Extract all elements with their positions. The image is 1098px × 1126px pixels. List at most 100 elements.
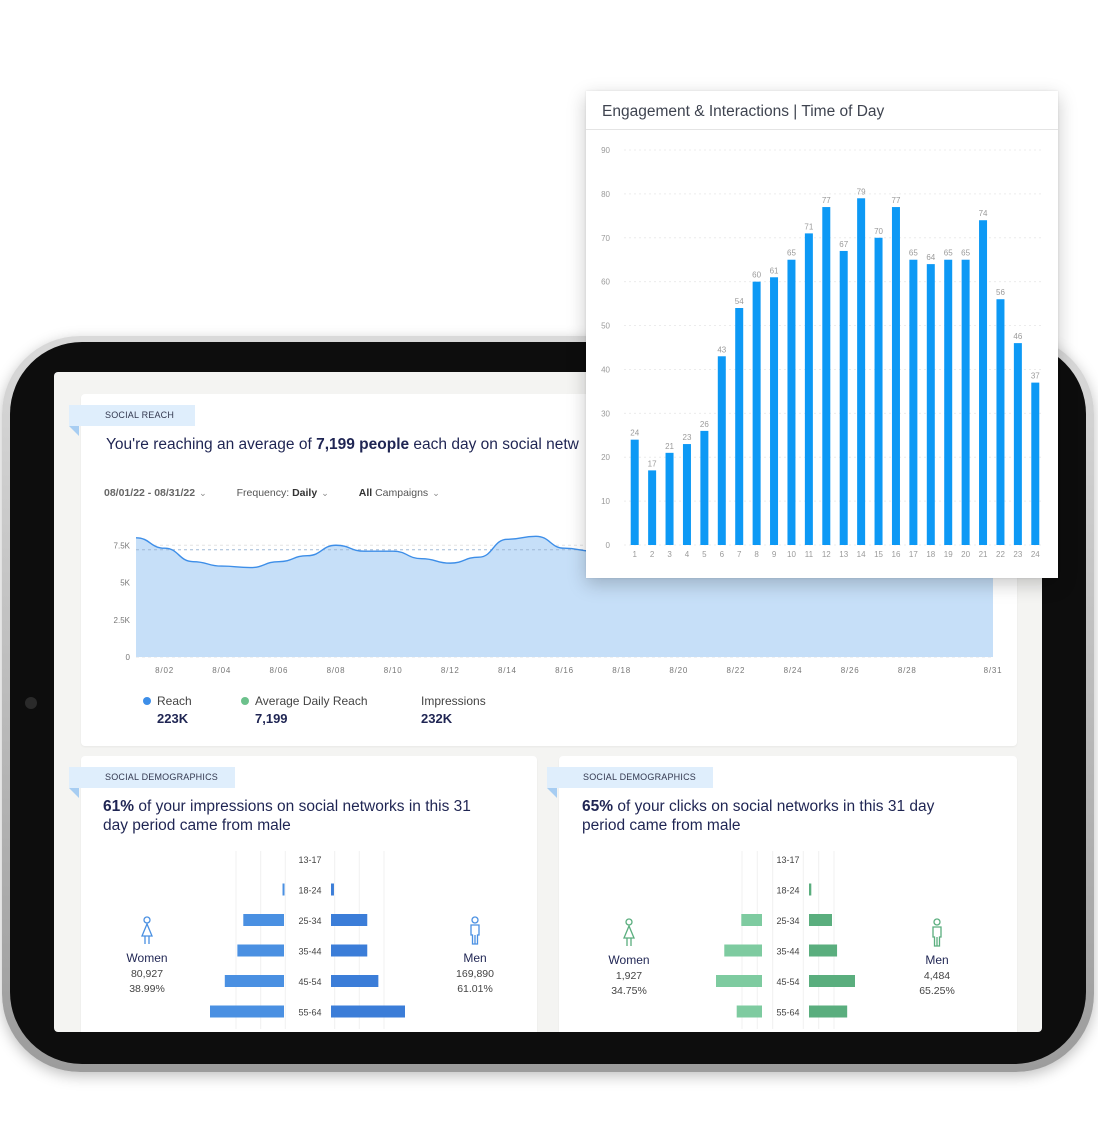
men-bar [809, 914, 832, 926]
men-bar [331, 883, 334, 896]
x-tick-label: 6 [720, 550, 725, 559]
legend-label: Average Daily Reach [255, 694, 368, 708]
data-label: 23 [683, 433, 692, 442]
women-bar [716, 975, 762, 987]
legend-impressions: Impressions 232K [421, 694, 486, 726]
engagement-time-of-day-card: Engagement & Interactions | Time of Day … [586, 91, 1058, 578]
women-bar [224, 975, 284, 987]
bar [979, 220, 988, 545]
men-bar [331, 1005, 405, 1018]
x-tick-label: 8/20 [669, 666, 688, 675]
x-tick-label: 2 [650, 550, 655, 559]
age-group-label: 18-24 [298, 886, 321, 896]
women-bar [210, 1005, 284, 1018]
legend-average-daily-reach: Average Daily Reach 7,199 [241, 694, 421, 726]
women-count: 1,927 [615, 970, 643, 982]
campaigns-label: Campaigns [372, 487, 429, 499]
data-label: 37 [1031, 372, 1040, 381]
age-group-label: 35-44 [298, 947, 321, 957]
man-icon [470, 916, 480, 945]
bar [700, 430, 709, 545]
tag-label: SOCIAL DEMOGRAPHICS [583, 772, 696, 782]
men-bar [809, 975, 855, 987]
men-label: Men [463, 951, 487, 965]
x-tick-label: 8/06 [269, 666, 288, 675]
x-tick-label: 11 [805, 550, 814, 559]
age-group-label: 13-17 [298, 855, 321, 865]
bar [822, 207, 831, 546]
bar [909, 259, 918, 545]
age-group-label: 35-44 [776, 947, 799, 957]
x-tick-label: 1 [632, 550, 637, 559]
data-label: 71 [804, 222, 813, 231]
headline-bold: 65% [582, 798, 614, 815]
y-tick-label: 40 [601, 365, 610, 374]
bar [874, 237, 883, 545]
data-label: 77 [822, 196, 831, 205]
x-tick-label: 8/31 [984, 666, 1003, 675]
data-label: 60 [752, 271, 761, 280]
x-tick-label: 8/28 [898, 666, 917, 675]
men-bar [809, 944, 838, 957]
frequency-value: Daily [292, 487, 318, 499]
data-label: 67 [839, 240, 848, 249]
age-group-label: 55-64 [776, 1008, 799, 1018]
age-group-label: 55-64 [298, 1008, 321, 1018]
data-label: 56 [996, 288, 1005, 297]
x-tick-label: 7 [737, 550, 742, 559]
men-bar [331, 944, 368, 957]
y-tick-label: 5K [120, 579, 130, 588]
y-tick-label: 90 [601, 146, 610, 155]
data-label: 65 [909, 249, 918, 258]
bar [1013, 343, 1022, 545]
data-label: 65 [944, 249, 953, 258]
date-range-dropdown[interactable]: 08/01/22 - 08/31/22 ⌄ [104, 487, 207, 499]
x-tick-label: 8/14 [498, 666, 517, 675]
women-bar [243, 914, 284, 926]
data-label: 61 [770, 266, 779, 275]
men-bar [809, 883, 812, 896]
women-summary: Women 80,927 38.99% [115, 916, 179, 995]
x-tick-label: 9 [772, 550, 777, 559]
bar [648, 470, 657, 545]
bar [839, 250, 848, 545]
data-label: 26 [700, 420, 709, 429]
x-tick-label: 4 [685, 550, 690, 559]
x-tick-label: 8/04 [212, 666, 231, 675]
men-percent: 65.25% [919, 985, 955, 997]
x-tick-label: 10 [787, 550, 796, 559]
x-tick-label: 19 [944, 550, 953, 559]
engagement-bar-chart: 0102030405060708090241172213234265436547… [601, 146, 1042, 559]
data-label: 54 [735, 297, 744, 306]
age-group-label: 25-34 [298, 916, 321, 926]
men-summary: Men 4,484 65.25% [905, 918, 969, 997]
bar [752, 281, 761, 545]
y-tick-label: 80 [601, 190, 610, 199]
data-label: 74 [979, 209, 988, 218]
bar [770, 277, 779, 545]
headline-text-end: each day on social netw [409, 436, 579, 453]
bar [787, 259, 796, 545]
men-percent: 61.01% [457, 983, 493, 995]
campaigns-dropdown[interactable]: All Campaigns ⌄ [359, 487, 440, 499]
y-tick-label: 30 [601, 409, 610, 418]
women-bar [741, 914, 762, 926]
data-label: 21 [665, 442, 674, 451]
reach-legend: Reach 223K Average Daily Reach 7,199 Imp… [143, 694, 486, 726]
bar [891, 207, 900, 546]
headline-text: period came from male [582, 817, 741, 834]
y-tick-label: 7.5K [114, 541, 131, 550]
x-tick-label: 8/12 [441, 666, 460, 675]
bar [735, 308, 744, 545]
headline-text: You're reaching an average of [106, 436, 317, 453]
data-label: 17 [648, 459, 657, 468]
x-tick-label: 8/22 [727, 666, 746, 675]
camera-icon [25, 697, 37, 709]
men-bar [331, 914, 368, 926]
x-tick-label: 8/18 [612, 666, 631, 675]
frequency-dropdown[interactable]: Frequency: Daily ⌄ [237, 487, 329, 499]
y-tick-label: 70 [601, 234, 610, 243]
y-tick-label: 20 [601, 453, 610, 462]
x-tick-label: 22 [996, 550, 1005, 559]
age-group-label: 45-54 [298, 977, 321, 987]
